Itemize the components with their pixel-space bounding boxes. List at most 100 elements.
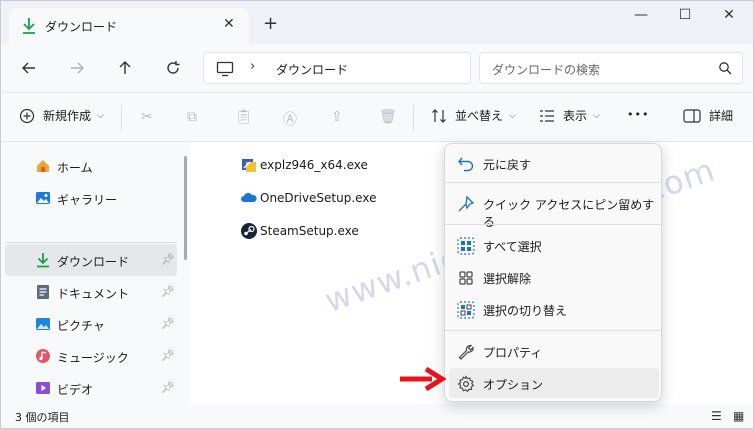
cut-icon[interactable]: ✂ bbox=[141, 109, 153, 125]
menu-item-label: オプション bbox=[483, 378, 544, 392]
new-label: 新規作成 bbox=[43, 109, 92, 123]
back-button[interactable] bbox=[17, 56, 41, 80]
maximize-button[interactable]: ☐ bbox=[673, 7, 697, 27]
status-bar: 3 個の項目 ☰ ▦ bbox=[0, 404, 754, 429]
sidebar-item-label: ドキュメント bbox=[57, 287, 130, 301]
menu-item-undo[interactable]: 元に戻す bbox=[449, 148, 659, 178]
share-icon[interactable]: ⇪ bbox=[331, 109, 343, 125]
menu-item-options[interactable]: オプション bbox=[449, 368, 659, 398]
breadcrumb-separator[interactable]: › bbox=[250, 59, 255, 74]
forward-button[interactable] bbox=[65, 56, 89, 80]
details-view-icon[interactable]: ☰ bbox=[711, 409, 722, 423]
refresh-button[interactable] bbox=[161, 56, 185, 80]
video-icon bbox=[35, 380, 51, 396]
red-arrow-icon bbox=[400, 366, 446, 392]
sidebar-item-label: ピクチャ bbox=[57, 319, 105, 333]
chevron-down-icon: ⌵ bbox=[593, 110, 600, 121]
file-name: explz946_x64.exe bbox=[260, 158, 368, 172]
tab-downloads[interactable]: ダウンロード ✕ bbox=[9, 8, 249, 45]
navigation-pane: ホーム ギャラリー ダウンロード 📌︎ ドキュメント 📌︎ ピクチャ 📌︎ ミュ… bbox=[0, 142, 190, 404]
menu-item-invert-selection[interactable]: 選択の切り替え bbox=[449, 294, 659, 324]
item-count: 3 個の項目 bbox=[15, 411, 70, 424]
sidebar-item-home[interactable]: ホーム bbox=[5, 150, 177, 182]
pin-icon[interactable]: 📌︎ bbox=[161, 317, 175, 330]
up-arrow-icon bbox=[119, 61, 131, 74]
details-pane-icon bbox=[683, 108, 701, 123]
pin-icon[interactable]: 📌︎ bbox=[161, 349, 175, 362]
computer-icon bbox=[216, 61, 234, 80]
menu-item-properties[interactable]: プロパティ bbox=[449, 336, 659, 366]
chevron-down-icon: ⌵ bbox=[509, 110, 516, 121]
sort-icon bbox=[432, 108, 446, 123]
download-icon bbox=[35, 252, 51, 268]
delete-icon[interactable]: 🗑︎ bbox=[379, 109, 397, 125]
minimize-button[interactable]: — bbox=[629, 7, 653, 27]
tab-close-icon[interactable]: ✕ bbox=[223, 16, 235, 32]
wrench-icon bbox=[457, 343, 475, 361]
new-tab-button[interactable]: + bbox=[263, 13, 278, 34]
music-icon bbox=[35, 348, 51, 364]
breadcrumb-downloads[interactable]: ダウンロード bbox=[276, 61, 348, 78]
paste-icon[interactable]: 📋︎ bbox=[235, 109, 253, 125]
divider bbox=[121, 105, 122, 131]
undo-icon bbox=[457, 155, 475, 173]
up-button[interactable] bbox=[113, 56, 137, 80]
nav-scrollbar[interactable] bbox=[184, 156, 187, 260]
sort-button[interactable]: 並べ替え ⌵ bbox=[431, 107, 516, 124]
divider bbox=[5, 242, 177, 243]
pin-icon[interactable]: 📌︎ bbox=[161, 285, 175, 298]
sidebar-item-label: ギャラリー bbox=[57, 193, 118, 207]
sidebar-item-gallery[interactable]: ギャラリー bbox=[5, 182, 177, 214]
menu-item-select-none[interactable]: 選択解除 bbox=[449, 262, 659, 292]
menu-item-label: 元に戻す bbox=[483, 158, 532, 172]
file-name: SteamSetup.exe bbox=[260, 224, 359, 238]
copy-icon[interactable]: ⧉ bbox=[187, 109, 197, 125]
refresh-icon bbox=[167, 61, 180, 74]
view-button[interactable]: 表示 ⌵ bbox=[539, 107, 600, 124]
back-arrow-icon bbox=[22, 62, 35, 74]
sidebar-item-label: ホーム bbox=[57, 161, 93, 175]
list-item[interactable]: explz946_x64.exe bbox=[240, 154, 368, 176]
sidebar-item-pictures[interactable]: ピクチャ 📌︎ bbox=[5, 308, 177, 340]
more-options-button[interactable]: ••• bbox=[627, 108, 649, 121]
new-button[interactable]: 新規作成 ⌵ bbox=[19, 107, 104, 124]
pin-icon[interactable]: 📌︎ bbox=[161, 381, 175, 394]
tab-title: ダウンロード bbox=[45, 20, 118, 34]
rename-icon[interactable]: Ⓐ bbox=[283, 109, 297, 129]
sidebar-item-downloads[interactable]: ダウンロード 📌︎ bbox=[5, 244, 177, 276]
sidebar-item-documents[interactable]: ドキュメント 📌︎ bbox=[5, 276, 177, 308]
file-name: OneDriveSetup.exe bbox=[260, 191, 377, 205]
divider bbox=[445, 182, 661, 183]
menu-item-select-all[interactable]: すべて選択 bbox=[449, 230, 659, 260]
home-icon bbox=[35, 158, 51, 174]
sidebar-item-music[interactable]: ミュージック 📌︎ bbox=[5, 340, 177, 372]
list-item[interactable]: OneDriveSetup.exe bbox=[240, 187, 376, 209]
address-field[interactable]: › ダウンロード bbox=[203, 52, 471, 84]
details-button[interactable]: 詳細 bbox=[683, 107, 733, 124]
pin-icon[interactable]: 📌︎ bbox=[161, 253, 175, 266]
menu-item-pin-quick-access[interactable]: クイック アクセスにピン留めする bbox=[449, 188, 659, 229]
details-label: 詳細 bbox=[709, 109, 734, 123]
pin-icon bbox=[457, 195, 475, 213]
close-button[interactable]: ✕ bbox=[717, 7, 741, 27]
list-item[interactable]: SteamSetup.exe bbox=[240, 220, 359, 242]
search-placeholder: ダウンロードの検索 bbox=[492, 63, 601, 77]
gallery-icon bbox=[35, 190, 51, 206]
tiles-view-icon[interactable]: ▦ bbox=[733, 409, 744, 423]
invert-selection-icon bbox=[457, 301, 475, 319]
address-bar-row: › ダウンロード ダウンロードの検索 bbox=[0, 44, 754, 92]
select-none-icon bbox=[457, 269, 475, 287]
menu-item-label: 選択解除 bbox=[483, 272, 532, 286]
sidebar-item-label: ダウンロード bbox=[57, 255, 130, 269]
search-icon bbox=[718, 61, 732, 78]
search-input[interactable]: ダウンロードの検索 bbox=[479, 52, 743, 84]
sidebar-item-label: ビデオ bbox=[57, 383, 94, 397]
sidebar-item-videos[interactable]: ビデオ 📌︎ bbox=[5, 372, 177, 404]
gear-icon bbox=[457, 375, 475, 393]
onedrive-icon bbox=[240, 189, 258, 207]
title-bar: ダウンロード ✕ + — ☐ ✕ bbox=[0, 0, 754, 45]
divider bbox=[445, 330, 661, 331]
document-icon bbox=[35, 284, 51, 300]
sort-label: 並べ替え bbox=[455, 109, 504, 123]
divider bbox=[445, 224, 661, 225]
